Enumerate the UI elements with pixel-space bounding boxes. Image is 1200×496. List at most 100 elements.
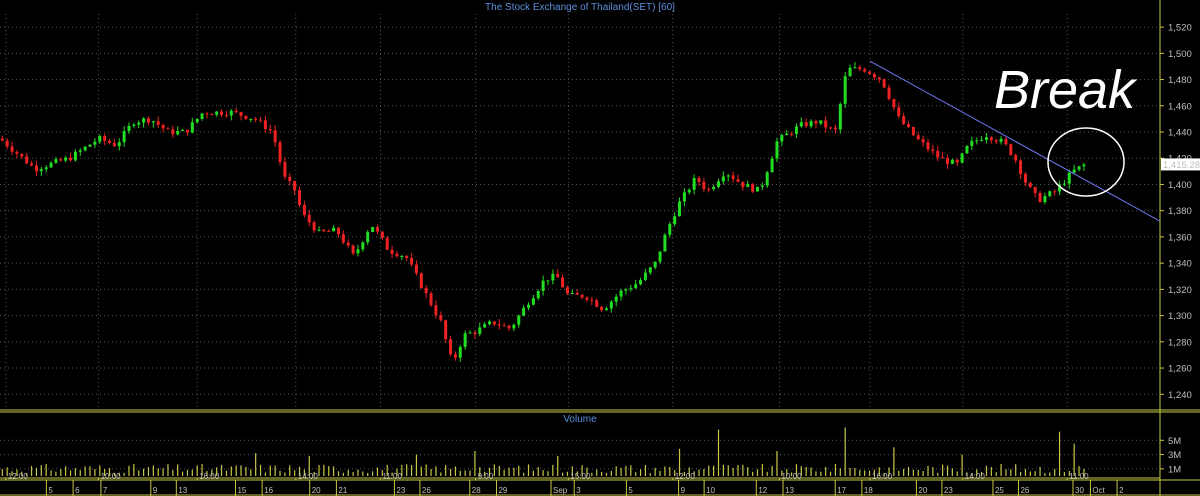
candle-up [780, 135, 784, 142]
candle-down [288, 176, 292, 181]
candle-down [268, 129, 272, 131]
x-time-label: 15:00 [570, 472, 591, 481]
candle-up [614, 296, 618, 302]
candle-down [254, 118, 258, 120]
candle-up [546, 280, 550, 282]
y-tick-label: 1,400 [1168, 180, 1192, 191]
candle-up [624, 289, 628, 291]
candle-down [351, 245, 355, 254]
candle-up [668, 224, 672, 235]
candle-up [755, 186, 759, 192]
candle-up [522, 307, 526, 316]
x-date-label: 10 [706, 486, 715, 495]
x-date-label: 30 [1075, 486, 1084, 495]
candle-down [390, 249, 394, 254]
candle-down [419, 273, 423, 289]
candle-down [916, 135, 920, 140]
candle-up [195, 118, 199, 123]
candle-down [5, 140, 9, 147]
candle-up [853, 67, 857, 69]
candle-up [785, 133, 789, 136]
candle-up [458, 346, 462, 358]
candle-down [600, 306, 604, 311]
candle-up [682, 192, 686, 202]
candle-up [137, 122, 141, 125]
candle-down [395, 253, 399, 257]
candle-down [375, 227, 379, 232]
x-date-label: 12 [758, 486, 767, 495]
candle-up [663, 234, 667, 252]
candle-up [687, 189, 691, 193]
candle-up [848, 67, 852, 77]
candle-down [34, 165, 38, 172]
y-tick-label: 1,320 [1168, 285, 1192, 296]
candle-up [975, 140, 979, 142]
x-date-label: 16 [264, 486, 273, 495]
x-date-label: 5 [48, 486, 53, 495]
x-date-label: 5 [628, 486, 633, 495]
x-date-label: 25 [995, 486, 1004, 495]
y-tick-label: 1,440 [1168, 128, 1192, 139]
candle-up [249, 118, 253, 120]
y-tick-label: 1,340 [1168, 259, 1192, 270]
candle-down [887, 87, 891, 100]
candle-down [302, 204, 306, 215]
candle-down [877, 77, 881, 80]
candle-up [1062, 183, 1066, 185]
candle-up [1043, 196, 1047, 203]
candle-down [346, 242, 350, 246]
candle-down [1014, 155, 1018, 161]
y-tick-label: 1,380 [1168, 206, 1192, 217]
candle-down [283, 161, 287, 177]
candle-up [39, 169, 43, 172]
candle-down [341, 234, 345, 243]
candle-down [833, 127, 837, 130]
candle-down [59, 159, 63, 161]
candle-down [804, 122, 808, 127]
x-date-label: 26 [422, 486, 431, 495]
candle-up [317, 229, 321, 231]
volume-tick-label: 3M [1168, 450, 1181, 461]
candle-up [54, 159, 58, 163]
candle-down [1033, 187, 1037, 194]
candle-down [410, 257, 414, 265]
candle-up [366, 231, 370, 243]
candle-up [132, 124, 136, 126]
candle-down [1023, 174, 1027, 183]
candle-up [93, 141, 97, 145]
candle-down [882, 79, 886, 88]
candle-up [1077, 166, 1081, 170]
candle-down [565, 287, 569, 294]
candle-up [400, 256, 404, 258]
candle-up [541, 280, 545, 292]
candle-down [936, 150, 940, 158]
candle-down [751, 184, 755, 192]
candle-up [73, 151, 77, 161]
candle-up [673, 216, 677, 225]
candle-down [872, 73, 876, 78]
candle-down [166, 128, 170, 130]
candle-down [921, 139, 925, 143]
x-date-label: 13 [178, 486, 187, 495]
candle-up [965, 145, 969, 154]
y-tick-label: 1,500 [1168, 49, 1192, 60]
candle-down [585, 297, 589, 300]
candle-up [517, 315, 521, 325]
candle-down [580, 294, 584, 298]
candle-up [83, 146, 87, 151]
y-tick-label: 1,460 [1168, 101, 1192, 112]
candle-down [994, 140, 998, 142]
candle-up [1067, 172, 1071, 184]
candle-up [190, 122, 194, 133]
candle-down [575, 292, 579, 295]
x-date-label: 21 [338, 486, 347, 495]
candle-up [819, 120, 823, 124]
x-time-label: 12:00 [675, 472, 696, 481]
candle-down [112, 143, 116, 147]
candle-up [176, 130, 180, 135]
last-price-marker: 1,415.28 [1161, 158, 1200, 171]
x-date-label: 20 [312, 486, 321, 495]
candle-up [712, 186, 716, 190]
candle-down [736, 179, 740, 182]
candle-down [945, 158, 949, 164]
